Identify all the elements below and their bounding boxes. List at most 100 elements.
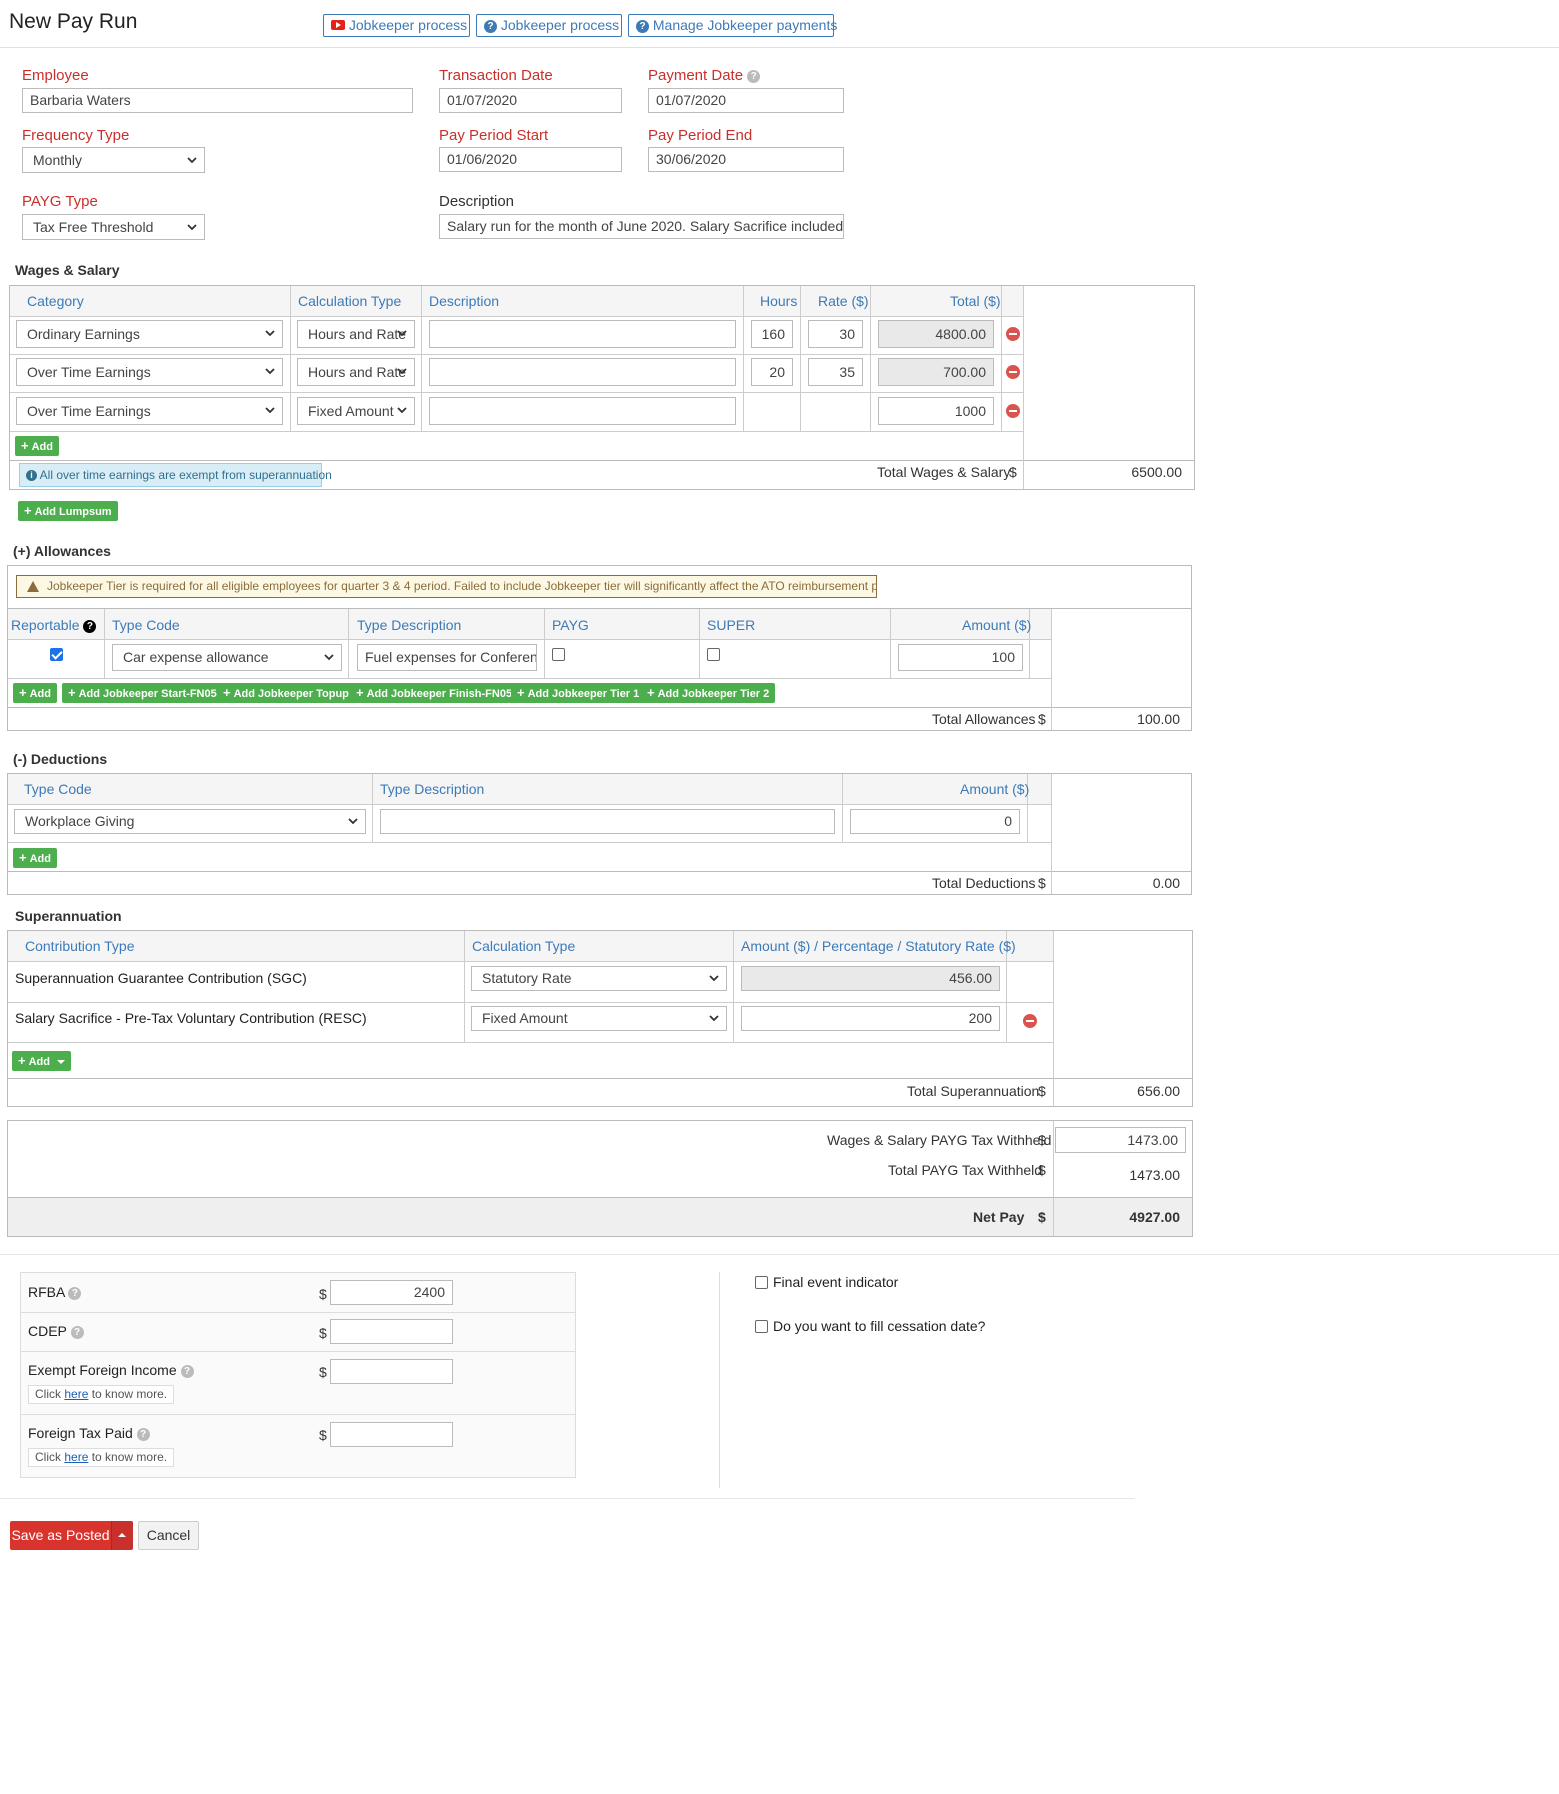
currency-symbol: $ (1009, 464, 1017, 480)
cessation-date-checkbox[interactable] (755, 1320, 768, 1333)
help-icon[interactable]: ? (70, 1325, 84, 1339)
help-icon[interactable]: ? (136, 1427, 150, 1441)
here-link[interactable]: here (64, 1450, 88, 1464)
wages-calc-select[interactable]: Hours and Rate (297, 320, 415, 348)
employee-input[interactable]: Barbaria Waters (22, 88, 413, 113)
remove-row-icon[interactable] (1006, 327, 1020, 341)
wages-payg-input[interactable]: 1473.00 (1055, 1127, 1186, 1153)
allowances-col-type-code: Type Code (112, 617, 180, 633)
add-jobkeeper-tier1-button[interactable]: + Add Jobkeeper Tier 1 (511, 683, 646, 703)
wages-total-input[interactable]: 1000 (878, 397, 994, 425)
add-jobkeeper-finish-button[interactable]: + Add Jobkeeper Finish-FN05 (350, 683, 519, 703)
allowance-type-desc-input[interactable]: Fuel expenses for Conference (357, 644, 537, 671)
frequency-value: Monthly (33, 152, 83, 168)
cancel-button[interactable]: Cancel (138, 1521, 199, 1550)
help-icon[interactable]: ? (180, 1364, 194, 1378)
final-event-checkbox[interactable] (755, 1276, 768, 1289)
allowance-type-code-select[interactable]: Car expense allowance (112, 644, 342, 671)
wages-add-button[interactable]: + Add (15, 436, 59, 456)
foreign-tax-paid-label: Foreign Tax Paid ? (28, 1425, 150, 1441)
payg-type-select[interactable]: Tax Free Threshold (22, 214, 205, 240)
super-checkbox[interactable] (707, 648, 720, 661)
wages-calc-select[interactable]: Hours and Rate (297, 358, 415, 386)
help-icon[interactable]: ? (747, 69, 761, 83)
currency-symbol: $ (1038, 1209, 1046, 1225)
foreign-tax-paid-input[interactable] (330, 1422, 453, 1447)
plus-icon: + (356, 685, 364, 700)
rfba-input[interactable]: 2400 (330, 1280, 453, 1305)
super-add-dropdown-button[interactable]: + Add (12, 1051, 72, 1071)
chevron-down-icon (709, 975, 719, 982)
currency-symbol: $ (319, 1325, 327, 1341)
deduction-type-code-select[interactable]: Workplace Giving (14, 809, 366, 834)
wages-desc-input[interactable] (429, 397, 736, 425)
jobkeeper-help-button[interactable]: ? Jobkeeper process (476, 14, 622, 37)
youtube-icon (331, 20, 345, 31)
wages-category-select[interactable]: Over Time Earnings (16, 397, 283, 425)
super-amount-input[interactable]: 200 (741, 1006, 1000, 1031)
allowances-col-reportable: Reportable ? (11, 617, 97, 633)
deductions-total-label: Total Deductions (932, 875, 1036, 891)
wages-hours-input[interactable]: 160 (751, 320, 793, 348)
exempt-foreign-income-input[interactable] (330, 1359, 453, 1384)
pay-period-start-input[interactable]: 01/06/2020 (439, 147, 622, 172)
payment-date-input[interactable]: 01/07/2020 (648, 88, 844, 113)
payment-date-label: Payment Date ? (648, 67, 761, 84)
caret-down-icon (57, 1060, 66, 1065)
jobkeeper-video-button[interactable]: Jobkeeper process (323, 14, 470, 37)
transaction-date-label: Transaction Date (439, 67, 553, 84)
save-as-posted-button[interactable]: Save as Posted (10, 1521, 111, 1550)
chevron-down-icon (397, 330, 407, 337)
plus-icon: + (18, 1053, 26, 1068)
save-options-dropdown[interactable] (111, 1521, 133, 1550)
super-calc-select[interactable]: Fixed Amount (471, 1006, 727, 1031)
remove-row-icon[interactable] (1006, 365, 1020, 379)
allowances-col-payg: PAYG (552, 617, 589, 633)
transaction-date-input[interactable]: 01/07/2020 (439, 88, 622, 113)
add-jobkeeper-topup-button[interactable]: + Add Jobkeeper Topup (217, 683, 355, 703)
plus-icon: + (517, 685, 525, 700)
add-jobkeeper-start-label: Add Jobkeeper Start-FN05 (78, 688, 217, 700)
wages-rate-input[interactable]: 30 (808, 320, 863, 348)
deduction-amount-input[interactable]: 0 (850, 809, 1020, 834)
reportable-checkbox[interactable] (50, 648, 63, 661)
plus-icon: + (223, 685, 231, 700)
info-icon: i (26, 470, 37, 482)
wages-rate-input[interactable]: 35 (808, 358, 863, 386)
wages-category-select[interactable]: Ordinary Earnings (16, 320, 283, 348)
super-calc-select[interactable]: Statutory Rate (471, 966, 727, 991)
deduction-type-desc-input[interactable] (380, 809, 835, 834)
add-jobkeeper-tier2-button[interactable]: + Add Jobkeeper Tier 2 (641, 683, 776, 703)
here-link[interactable]: here (64, 1387, 88, 1401)
wages-total-value: 6500.00 (1131, 464, 1182, 480)
manage-jobkeeper-button[interactable]: ? Manage Jobkeeper payments (628, 14, 838, 37)
add-jobkeeper-start-button[interactable]: + Add Jobkeeper Start-FN05 (62, 683, 223, 703)
frequency-select[interactable]: Monthly (22, 147, 205, 173)
remove-row-icon[interactable] (1023, 1014, 1037, 1028)
wages-header-row (10, 286, 1023, 316)
wages-calc-select[interactable]: Fixed Amount (297, 397, 415, 425)
wages-desc-input[interactable] (429, 358, 736, 386)
jobkeeper-help-label: Jobkeeper process (500, 17, 620, 33)
deduction-add-button[interactable]: + Add (13, 848, 57, 868)
help-icon[interactable]: ? (68, 1286, 82, 1300)
help-icon[interactable]: ? (83, 619, 97, 633)
remove-row-icon[interactable] (1006, 404, 1020, 418)
cdep-input[interactable] (330, 1319, 453, 1344)
allowance-add-button[interactable]: + Add (13, 683, 57, 703)
manage-jobkeeper-label: Manage Jobkeeper payments (652, 17, 838, 33)
chevron-down-icon (265, 407, 275, 414)
wages-calc-value: Hours and Rate (308, 364, 407, 380)
wages-desc-input[interactable] (429, 320, 736, 348)
allowance-amount-input[interactable]: 100 (898, 644, 1023, 671)
currency-symbol: $ (1038, 1083, 1046, 1099)
pay-period-end-input[interactable]: 30/06/2020 (648, 147, 844, 172)
payg-checkbox[interactable] (552, 648, 565, 661)
description-input[interactable]: Salary run for the month of June 2020. S… (439, 214, 844, 239)
super-section-title: Superannuation (15, 908, 122, 924)
add-lumpsum-button[interactable]: + Add Lumpsum (18, 501, 118, 521)
wages-category-select[interactable]: Over Time Earnings (16, 358, 283, 386)
cdep-label-text: CDEP (28, 1323, 67, 1339)
wages-hours-input[interactable]: 20 (751, 358, 793, 386)
cessation-date-label: Do you want to fill cessation date? (773, 1318, 986, 1334)
